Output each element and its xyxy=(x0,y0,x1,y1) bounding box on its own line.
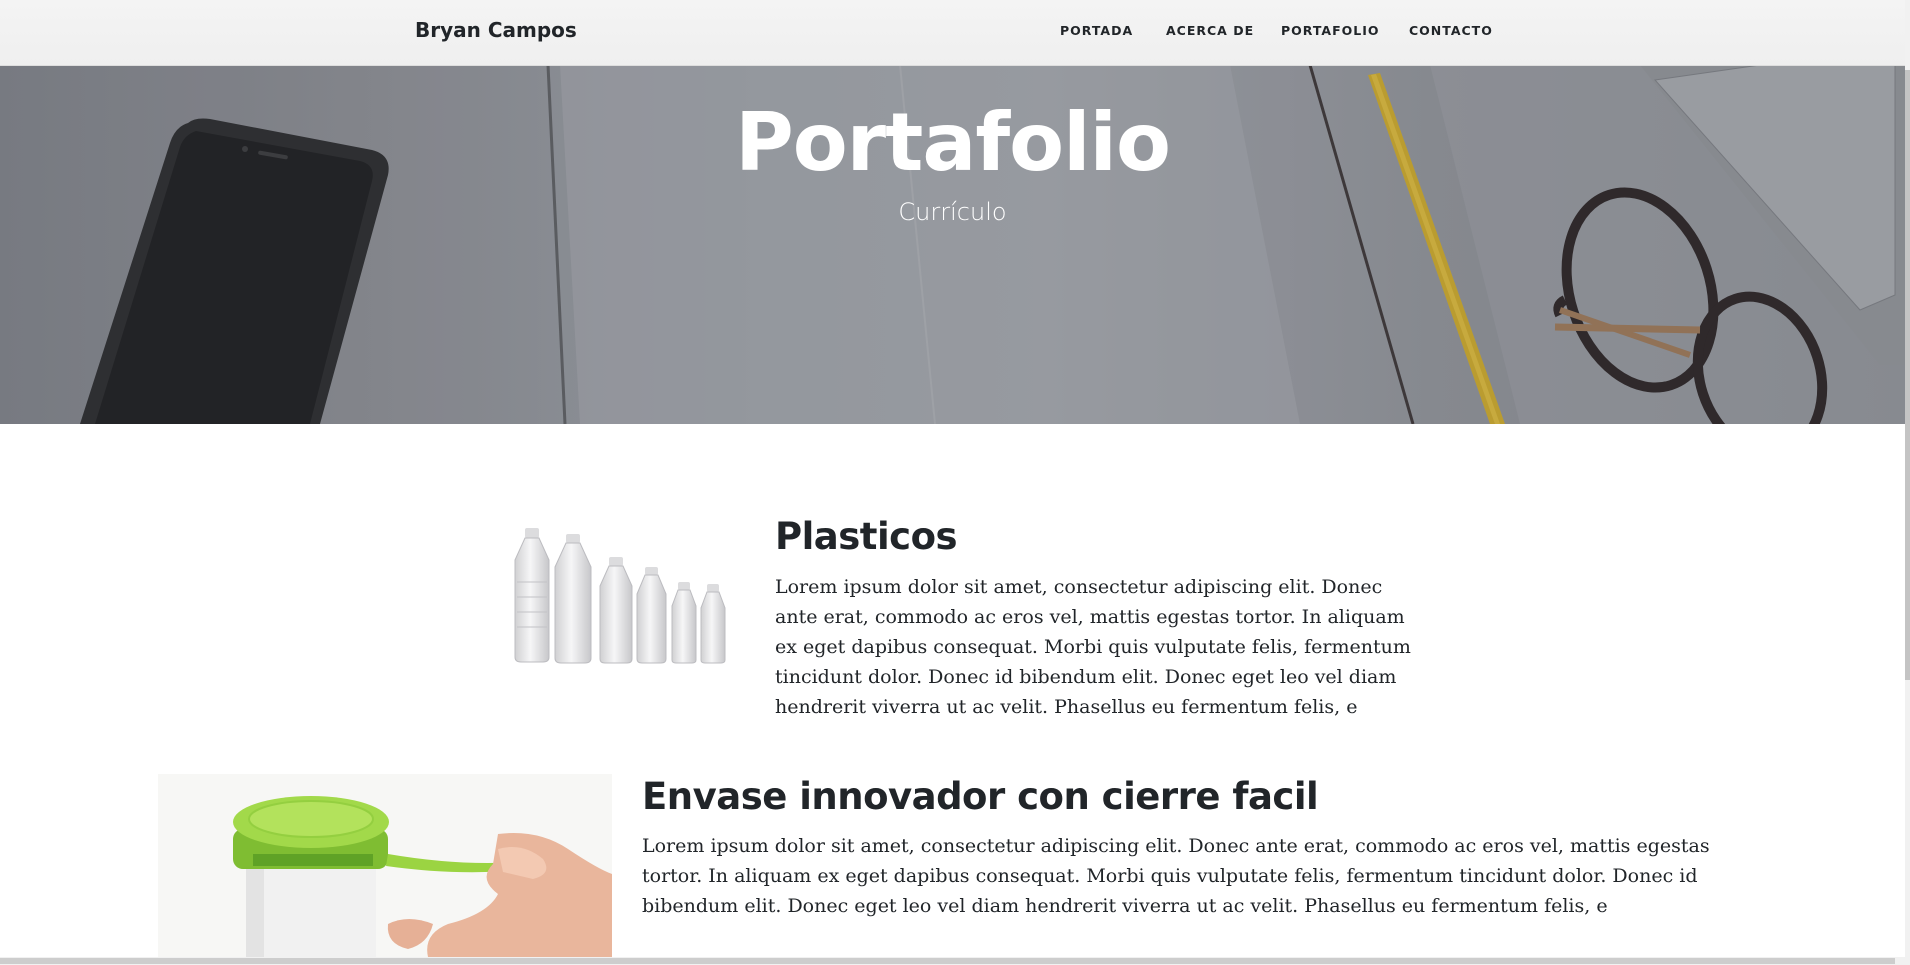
nav-link-acerca-de[interactable]: ACERCA DE xyxy=(1166,23,1254,38)
vertical-scrollbar-thumb[interactable] xyxy=(1905,70,1910,680)
item-title: Plasticos xyxy=(775,515,958,558)
item-title: Envase innovador con cierre facil xyxy=(642,775,1319,818)
hero-banner: Portafolio Currículo xyxy=(0,65,1905,424)
nav-link-contacto[interactable]: CONTACTO xyxy=(1409,23,1493,38)
nav-links: PORTADA ACERCA DE PORTAFOLIO CONTACTO xyxy=(0,23,1905,43)
horizontal-scrollbar[interactable] xyxy=(0,957,1905,965)
nav-link-portafolio[interactable]: PORTAFOLIO xyxy=(1281,23,1380,38)
navbar: Bryan Campos PORTADA ACERCA DE PORTAFOLI… xyxy=(0,0,1905,66)
container-image[interactable] xyxy=(158,774,612,957)
page-title: Portafolio xyxy=(735,96,1171,189)
page-subtitle: Currículo xyxy=(898,198,1007,226)
item-description: Lorem ipsum dolor sit amet, consectetur … xyxy=(775,576,1411,718)
vertical-scrollbar[interactable] xyxy=(1905,0,1910,965)
bottles-image[interactable] xyxy=(505,522,730,667)
container-image-graphic xyxy=(233,796,612,957)
item-description: Lorem ipsum dolor sit amet, consectetur … xyxy=(642,835,1710,917)
nav-link-portada[interactable]: PORTADA xyxy=(1060,23,1133,38)
horizontal-scrollbar-thumb[interactable] xyxy=(0,958,1895,964)
